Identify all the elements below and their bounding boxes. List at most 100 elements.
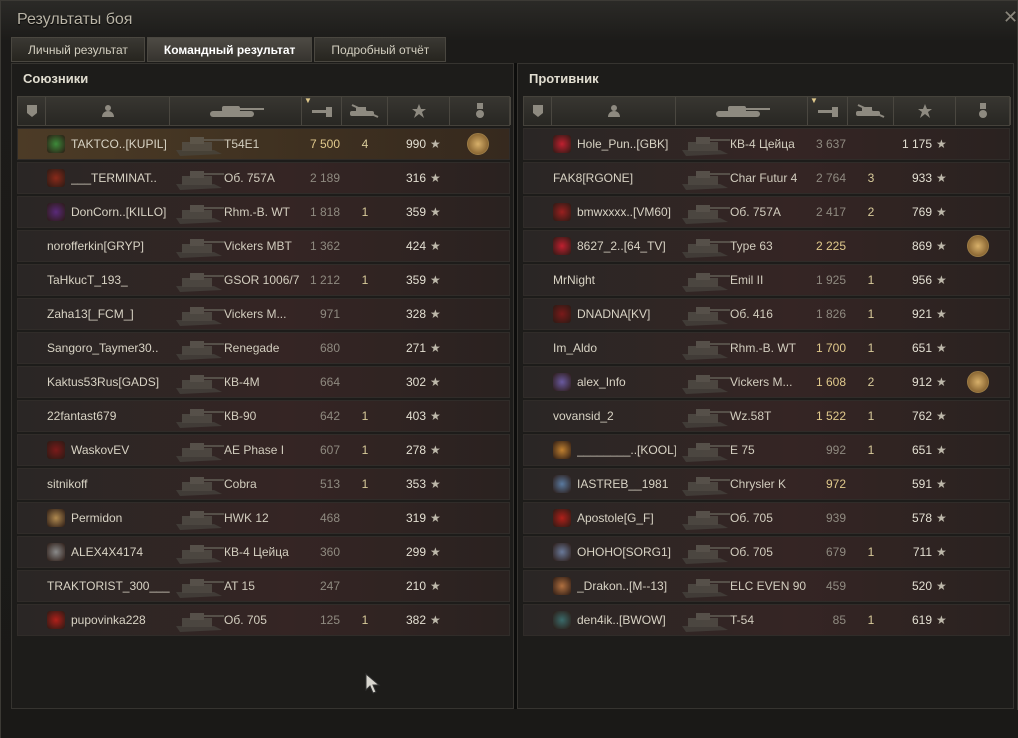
- player-name[interactable]: Zaha13[_FCM_]: [47, 299, 170, 329]
- kills-value: 1: [361, 409, 369, 423]
- player-name[interactable]: sitnikoff: [47, 469, 170, 499]
- player-row[interactable]: FAK8[RGONE] Char Futur 42 764 3 933 ★: [523, 162, 1010, 194]
- damage-value: 2 417: [815, 205, 846, 219]
- player-name[interactable]: pupovinka228: [71, 605, 170, 635]
- tab-personal[interactable]: Личный результат: [11, 37, 145, 62]
- xp-value: 711: [912, 545, 932, 559]
- player-name[interactable]: WaskovEV: [71, 435, 170, 465]
- player-name[interactable]: IASTREB__1981: [577, 469, 676, 499]
- damage-value: 1 362: [309, 239, 340, 253]
- kills-value: [848, 129, 894, 159]
- player-name[interactable]: 8627_2..[64_TV]: [577, 231, 676, 261]
- xp-value: 382: [405, 613, 426, 627]
- player-row[interactable]: Im_Aldo Rhm.-B. WT 1 700 1 651 ★: [523, 332, 1010, 364]
- damage-value: 607: [319, 443, 340, 457]
- player-row[interactable]: alex_Info Vickers M... 1 608 2 912 ★: [523, 366, 1010, 398]
- player-name[interactable]: FAK8[RGONE]: [553, 163, 676, 193]
- player-name[interactable]: Im_Aldo: [553, 333, 676, 363]
- medal-icon[interactable]: [956, 97, 1011, 125]
- player-name[interactable]: bmwxxxx..[VM60]: [577, 197, 676, 227]
- xp-star-icon: ★: [430, 409, 441, 423]
- medal-icon[interactable]: [967, 371, 989, 393]
- player-row[interactable]: den4ik..[BWOW] T-54 85 1 619 ★: [523, 604, 1010, 636]
- player-icon[interactable]: [552, 97, 676, 125]
- damage-value: 247: [319, 579, 340, 593]
- player-row[interactable]: TAKTCO..[KUPIL] T54E1 7 500 4 990 ★: [17, 128, 510, 160]
- clan-icon[interactable]: [524, 97, 552, 125]
- player-row[interactable]: ___TERMINAT.. Об. 757А 2 189 316 ★: [17, 162, 510, 194]
- player-row[interactable]: bmwxxxx..[VM60] Об. 757А 2 417 2 769 ★: [523, 196, 1010, 228]
- player-name[interactable]: OHOHO[SORG1]: [577, 537, 676, 567]
- player-row[interactable]: OHOHO[SORG1] Об. 705 679 1 711 ★: [523, 536, 1010, 568]
- clan-icon[interactable]: [18, 97, 46, 125]
- player-name[interactable]: Hole_Pun..[GBK]: [577, 129, 676, 159]
- player-name[interactable]: Kaktus53Rus[GADS]: [47, 367, 170, 397]
- kills-value: [342, 503, 388, 533]
- player-name[interactable]: MrNight: [553, 265, 676, 295]
- player-row[interactable]: ________..[KOOL] E 75 992 1 651 ★: [523, 434, 1010, 466]
- tab-detailed[interactable]: Подробный отчёт: [314, 37, 447, 62]
- player-row[interactable]: DNADNA[KV] Об. 416 1 826 1 921 ★: [523, 298, 1010, 330]
- damage-value: 664: [319, 375, 340, 389]
- xp-star-icon[interactable]: [894, 97, 956, 125]
- close-icon[interactable]: ✕: [1003, 7, 1018, 28]
- player-name[interactable]: DonCorn..[KILLO]: [71, 197, 170, 227]
- player-row[interactable]: WaskovEV AE Phase I 607 1 278 ★: [17, 434, 510, 466]
- player-row[interactable]: Permidon HWK 12 468 319 ★: [17, 502, 510, 534]
- player-row[interactable]: TaHkucT_193_ GSOR 1006/7 1 212 1 359 ★: [17, 264, 510, 296]
- medal-icon[interactable]: [467, 133, 489, 155]
- player-name[interactable]: den4ik..[BWOW]: [577, 605, 676, 635]
- player-row[interactable]: Apostole[G_F] Об. 705 939 578 ★: [523, 502, 1010, 534]
- player-row[interactable]: ALEX4X4174 КВ-4 Цейца 360 299 ★: [17, 536, 510, 568]
- player-name[interactable]: Sangoro_Taymer30..: [47, 333, 170, 363]
- xp-value: 990: [405, 137, 426, 151]
- player-name[interactable]: TAKTCO..[KUPIL]: [71, 129, 170, 159]
- tank-icon: [680, 200, 732, 226]
- player-name[interactable]: TaHkucT_193_: [47, 265, 170, 295]
- player-row[interactable]: IASTREB__1981 Chrysler K 972 591 ★: [523, 468, 1010, 500]
- player-name[interactable]: 22fantast679: [47, 401, 170, 431]
- player-name[interactable]: DNADNA[KV]: [577, 299, 676, 329]
- player-name[interactable]: ________..[KOOL]: [577, 435, 676, 465]
- medal-icon[interactable]: [967, 235, 989, 257]
- xp-star-icon[interactable]: [388, 97, 450, 125]
- player-row[interactable]: vovansid_2 Wz.58T 1 522 1 762 ★: [523, 400, 1010, 432]
- player-name[interactable]: ___TERMINAT..: [71, 163, 170, 193]
- clan-emblem-icon: [553, 441, 571, 459]
- player-row[interactable]: Zaha13[_FCM_] Vickers M... 971 328 ★: [17, 298, 510, 330]
- player-name[interactable]: TRAKTORIST_300___: [47, 571, 170, 601]
- player-name[interactable]: norofferkin[GRYP]: [47, 231, 170, 261]
- damage-icon[interactable]: ▼: [302, 96, 342, 125]
- player-row[interactable]: _Drakon..[M--13] ELC EVEN 90 459 520 ★: [523, 570, 1010, 602]
- player-row[interactable]: MrNight Emil II 1 925 1 956 ★: [523, 264, 1010, 296]
- player-row[interactable]: DonCorn..[KILLO] Rhm.-B. WT 1 818 1 359 ★: [17, 196, 510, 228]
- clan-emblem-icon: [47, 611, 65, 629]
- player-name[interactable]: Apostole[G_F]: [577, 503, 676, 533]
- medal-icon[interactable]: [450, 97, 511, 125]
- tab-bar: Личный результат Командный результат Под…: [11, 37, 448, 62]
- clan-emblem-icon: [553, 305, 571, 323]
- player-row[interactable]: 22fantast679 КВ-90 642 1 403 ★: [17, 400, 510, 432]
- player-name[interactable]: vovansid_2: [553, 401, 676, 431]
- player-row[interactable]: norofferkin[GRYP] Vickers MBT 1 362 424 ★: [17, 230, 510, 262]
- player-row[interactable]: pupovinka228 Об. 705 125 1 382 ★: [17, 604, 510, 636]
- damage-icon[interactable]: ▼: [808, 96, 848, 125]
- player-name[interactable]: alex_Info: [577, 367, 676, 397]
- kills-value: [848, 469, 894, 499]
- kills-icon[interactable]: [848, 97, 894, 125]
- xp-value: 353: [405, 477, 426, 491]
- player-name[interactable]: Permidon: [71, 503, 170, 533]
- player-icon[interactable]: [46, 97, 170, 125]
- tank-icon[interactable]: [676, 97, 808, 125]
- player-row[interactable]: Sangoro_Taymer30.. Renegade 680 271 ★: [17, 332, 510, 364]
- player-row[interactable]: TRAKTORIST_300___ AT 15 247 210 ★: [17, 570, 510, 602]
- tank-icon[interactable]: [170, 97, 302, 125]
- player-row[interactable]: Kaktus53Rus[GADS] КВ-4М 664 302 ★: [17, 366, 510, 398]
- kills-icon[interactable]: [342, 97, 388, 125]
- player-name[interactable]: ALEX4X4174: [71, 537, 170, 567]
- tab-team[interactable]: Командный результат: [146, 37, 313, 62]
- player-row[interactable]: sitnikoff Cobra 513 1 353 ★: [17, 468, 510, 500]
- player-name[interactable]: _Drakon..[M--13]: [577, 571, 676, 601]
- player-row[interactable]: Hole_Pun..[GBK] КВ-4 Цейца 3 637 1 175 ★: [523, 128, 1010, 160]
- player-row[interactable]: 8627_2..[64_TV] Type 63 2 225 869 ★: [523, 230, 1010, 262]
